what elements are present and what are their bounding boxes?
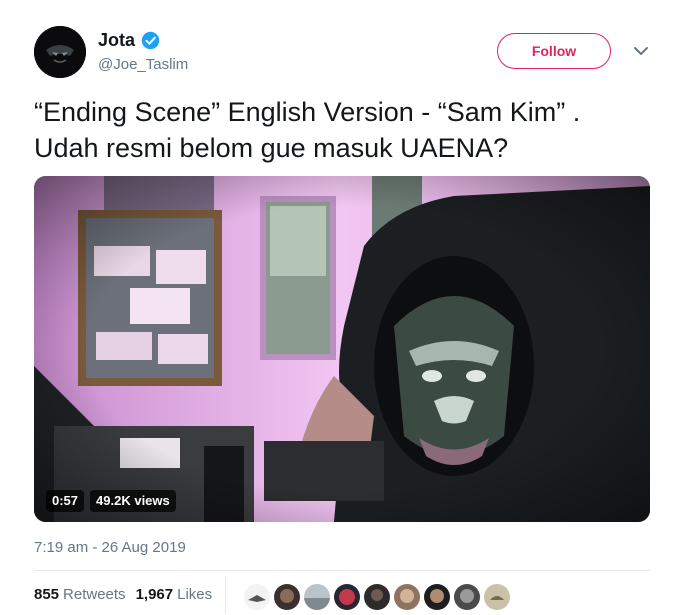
avatar-icon [34,26,86,78]
video-views-badge: 49.2K views [90,490,176,512]
verified-badge-icon [141,31,160,50]
liker-avatar[interactable] [304,584,330,610]
liker-avatar[interactable] [424,584,450,610]
retweets-count: 855 [34,586,60,603]
author-handle[interactable]: @Joe_Taslim [98,56,188,73]
liker-avatar[interactable] [394,584,420,610]
likers-avatar-list [244,584,510,610]
author-name-row[interactable]: Jota [98,30,160,51]
likes-stat[interactable]: 1,967 Likes [136,586,213,603]
video-thumbnail [34,176,650,522]
avatar[interactable] [34,26,86,78]
tweet-timestamp[interactable]: 7:19 am - 26 Aug 2019 [34,539,186,556]
tweet-text: “Ending Scene” English Version - “Sam Ki… [34,97,581,163]
stats-separator [225,576,226,614]
liker-avatar[interactable] [244,584,270,610]
liker-avatar[interactable] [454,584,480,610]
stats-divider [34,570,650,571]
likes-count: 1,967 [135,586,174,603]
video-player[interactable]: 0:57 49.2K views [34,176,650,522]
chevron-down-icon[interactable] [632,44,650,58]
likes-label: Likes [177,586,213,603]
author-name[interactable]: Jota [98,30,135,51]
follow-button[interactable]: Follow [497,33,611,69]
retweets-stat[interactable]: 855 Retweets [34,586,126,603]
retweets-label: Retweets [63,586,126,603]
tweet-stats: 855 Retweets 1,967 Likes [34,586,222,603]
liker-avatar[interactable] [364,584,390,610]
video-duration-badge: 0:57 [46,490,85,512]
liker-avatar[interactable] [274,584,300,610]
liker-avatar[interactable] [484,584,510,610]
liker-avatar[interactable] [334,584,360,610]
